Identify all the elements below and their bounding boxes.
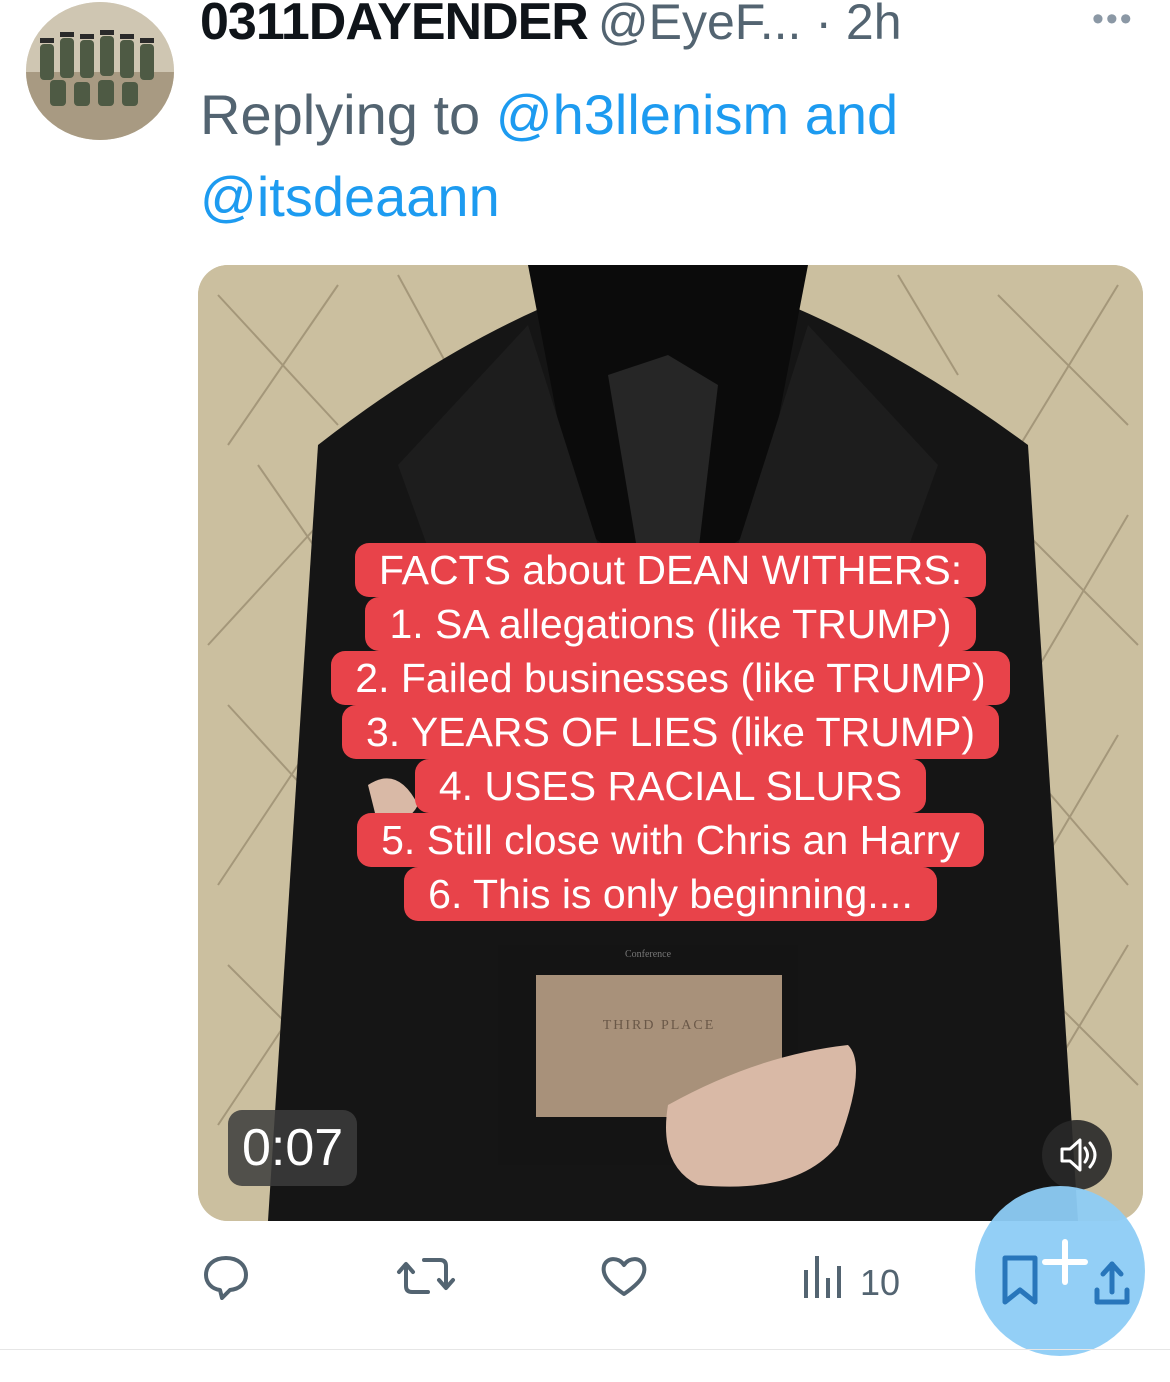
- more-options-icon[interactable]: •••: [1092, 0, 1134, 39]
- avatar-group-photo: [26, 2, 174, 140]
- divider: [0, 1349, 1170, 1350]
- mention-and: and: [789, 83, 899, 146]
- reply-icon[interactable]: [200, 1250, 252, 1307]
- plaque-top-text: Conference: [625, 949, 672, 960]
- facts-line: 1. SA allegations (like TRUMP): [365, 597, 976, 651]
- replying-to: Replying to @h3llenism and @itsdeaann: [200, 74, 1100, 238]
- mention-link[interactable]: @h3llenism: [496, 83, 789, 146]
- facts-line: 6. This is only beginning....: [404, 867, 937, 921]
- facts-overlay: FACTS about DEAN WITHERS: 1. SA allegati…: [198, 543, 1143, 921]
- plaque-text: THIRD PLACE: [603, 1018, 716, 1033]
- video-timer: 0:07: [228, 1110, 358, 1186]
- facts-line: 2. Failed businesses (like TRUMP): [331, 651, 1010, 705]
- handle-and-time[interactable]: @EyeF... · 2h: [598, 0, 902, 50]
- facts-line: FACTS about DEAN WITHERS:: [354, 543, 987, 597]
- views-chart-icon[interactable]: [800, 1250, 846, 1307]
- volume-icon[interactable]: [1042, 1120, 1112, 1190]
- replying-to-label: Replying to: [200, 83, 496, 146]
- facts-line: 5. Still close with Chris an Harry: [357, 813, 984, 867]
- bookmark-share-icon: [1002, 1239, 1130, 1305]
- speaker-icon: [1060, 1138, 1097, 1172]
- avatar[interactable]: [26, 2, 174, 140]
- like-heart-icon[interactable]: [598, 1250, 650, 1307]
- compose-fab-button[interactable]: [975, 1186, 1145, 1356]
- facts-line: 3. YEARS OF LIES (like TRUMP): [341, 705, 1000, 759]
- retweet-icon[interactable]: [396, 1250, 456, 1307]
- mention-link[interactable]: @itsdeaann: [200, 165, 500, 228]
- video-player[interactable]: Conference THIRD PLACE FACTS about DEAN …: [198, 265, 1143, 1221]
- display-name[interactable]: 0311DAYENDER: [200, 0, 589, 51]
- tweet-header: 0311DAYENDER @EyeF... · 2h: [200, 0, 902, 52]
- views-count: 10: [860, 1262, 901, 1303]
- facts-line: 4. USES RACIAL SLURS: [414, 759, 927, 813]
